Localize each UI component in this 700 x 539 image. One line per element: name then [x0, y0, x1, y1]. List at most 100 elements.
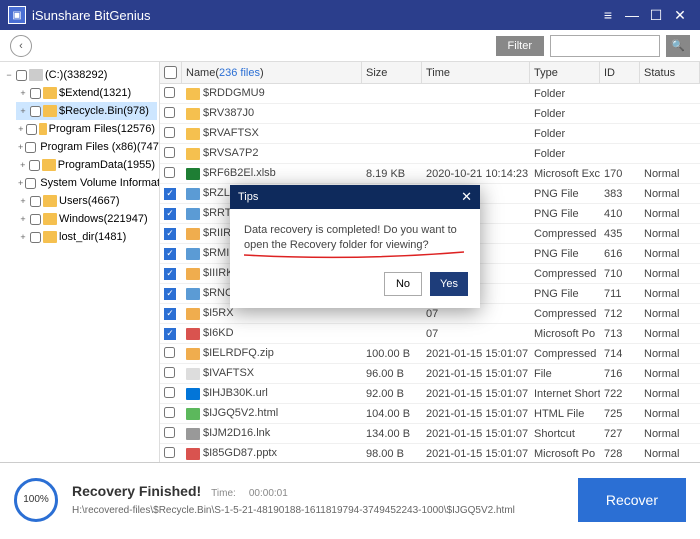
row-checkbox[interactable]	[164, 407, 175, 418]
minimize-button[interactable]: —	[620, 3, 644, 27]
folder-icon	[43, 231, 57, 243]
row-checkbox-checked[interactable]: ✓	[164, 288, 176, 300]
file-type: File	[530, 368, 600, 380]
row-checkbox[interactable]	[164, 147, 175, 158]
row-checkbox[interactable]	[164, 87, 175, 98]
tree-label: Users(4667)	[59, 195, 120, 207]
file-status: Normal	[640, 348, 700, 360]
table-row[interactable]: $IJM2D16.lnk134.00 B2021-01-15 15:01:07S…	[160, 424, 700, 444]
tree-label: $Extend(1321)	[59, 87, 131, 99]
row-checkbox-checked[interactable]: ✓	[164, 248, 176, 260]
tree-item[interactable]: +Program Files (x86)(7470)	[16, 138, 157, 156]
file-type: PNG File	[530, 208, 600, 220]
file-status: Normal	[640, 368, 700, 380]
table-row[interactable]: $IVAFTSX96.00 B2021-01-15 15:01:07File71…	[160, 364, 700, 384]
folder-icon	[43, 87, 57, 99]
table-row[interactable]: ✓$I6KD07Microsoft Po713Normal	[160, 324, 700, 344]
select-all-checkbox[interactable]	[164, 66, 177, 79]
dialog-close-button[interactable]: ✕	[461, 189, 472, 205]
recover-button[interactable]: Recover	[578, 478, 686, 522]
row-checkbox[interactable]	[164, 387, 175, 398]
row-checkbox[interactable]	[164, 367, 175, 378]
menu-icon[interactable]: ≡	[596, 3, 620, 27]
folder-icon	[39, 123, 47, 135]
row-checkbox[interactable]	[164, 167, 175, 178]
file-size: 96.00 B	[362, 368, 422, 380]
table-row[interactable]: $IJGQ5V2.html104.00 B2021-01-15 15:01:07…	[160, 404, 700, 424]
col-time[interactable]: Time	[422, 62, 530, 83]
table-row[interactable]: $RV387J0Folder	[160, 104, 700, 124]
tree-item[interactable]: +Program Files(12576)	[16, 120, 157, 138]
tree-checkbox[interactable]	[30, 196, 41, 207]
tree-item[interactable]: +Windows(221947)	[16, 210, 157, 228]
recovery-path: H:\recovered-files\$Recycle.Bin\S-1-5-21…	[72, 505, 564, 516]
file-name: $RVAFTSX	[203, 127, 259, 139]
row-checkbox-checked[interactable]: ✓	[164, 208, 176, 220]
table-row[interactable]: $RVSA7P2Folder	[160, 144, 700, 164]
tree-checkbox[interactable]	[30, 214, 41, 225]
dialog-yes-button[interactable]: Yes	[430, 272, 468, 296]
table-row[interactable]: $RDDGMU9Folder	[160, 84, 700, 104]
file-type: Compressed (	[530, 308, 600, 320]
tree-checkbox[interactable]	[29, 160, 40, 171]
table-row[interactable]: $IELRDFQ.zip100.00 B2021-01-15 15:01:07C…	[160, 344, 700, 364]
search-button[interactable]: 🔍	[666, 35, 690, 57]
table-row[interactable]: $RF6B2El.xlsb8.19 KB2020-10-21 10:14:23M…	[160, 164, 700, 184]
tree-item[interactable]: +$Extend(1321)	[16, 84, 157, 102]
row-checkbox[interactable]	[164, 127, 175, 138]
table-row[interactable]: $I85GD87.pptx98.00 B2021-01-15 15:01:07M…	[160, 444, 700, 462]
tree-item[interactable]: +System Volume Information(6)	[16, 174, 157, 192]
filter-button[interactable]: Filter	[496, 36, 544, 56]
file-icon	[186, 128, 200, 140]
file-name: $RDDGMU9	[203, 87, 265, 99]
tree-checkbox[interactable]	[25, 142, 36, 153]
file-icon	[186, 248, 200, 260]
file-id: 716	[600, 368, 640, 380]
row-checkbox-checked[interactable]: ✓	[164, 328, 176, 340]
file-name: $RVSA7P2	[203, 147, 258, 159]
col-name[interactable]: Name( 236 files )	[182, 62, 362, 83]
file-type: Shortcut	[530, 428, 600, 440]
folder-icon	[43, 195, 57, 207]
file-name: $RV387J0	[203, 107, 254, 119]
back-button[interactable]: ‹	[10, 35, 32, 57]
maximize-button[interactable]: ☐	[644, 3, 668, 27]
app-logo-icon: ▣	[8, 6, 26, 24]
tree-item-selected[interactable]: +$Recycle.Bin(978)	[16, 102, 157, 120]
file-name: $IJM2D16.lnk	[203, 427, 270, 439]
row-checkbox-checked[interactable]: ✓	[164, 268, 176, 280]
dialog-no-button[interactable]: No	[384, 272, 422, 296]
row-checkbox-checked[interactable]: ✓	[164, 228, 176, 240]
tree-root[interactable]: −(C:)(338292)	[2, 66, 157, 84]
tree-checkbox[interactable]	[25, 178, 36, 189]
file-icon	[186, 168, 200, 180]
col-id[interactable]: ID	[600, 62, 640, 83]
file-name: $IELRDFQ.zip	[203, 347, 274, 359]
tree-item[interactable]: +Users(4667)	[16, 192, 157, 210]
row-checkbox-checked[interactable]: ✓	[164, 188, 176, 200]
disk-icon	[29, 69, 43, 81]
row-checkbox[interactable]	[164, 427, 175, 438]
file-icon	[186, 188, 200, 200]
file-name: $IHJB30K.url	[203, 387, 268, 399]
tree-item[interactable]: +lost_dir(1481)	[16, 228, 157, 246]
tree-checkbox[interactable]	[26, 124, 37, 135]
col-status[interactable]: Status	[640, 62, 700, 83]
row-checkbox[interactable]	[164, 447, 175, 458]
row-checkbox-checked[interactable]: ✓	[164, 308, 176, 320]
table-row[interactable]: $RVAFTSXFolder	[160, 124, 700, 144]
tree-item[interactable]: +ProgramData(1955)	[16, 156, 157, 174]
close-button[interactable]: ✕	[668, 3, 692, 27]
table-row[interactable]: $IHJB30K.url92.00 B2021-01-15 15:01:07In…	[160, 384, 700, 404]
search-input[interactable]	[550, 35, 660, 57]
tree-checkbox[interactable]	[30, 106, 41, 117]
col-type[interactable]: Type	[530, 62, 600, 83]
col-size[interactable]: Size	[362, 62, 422, 83]
row-checkbox[interactable]	[164, 107, 175, 118]
tree-checkbox[interactable]	[30, 88, 41, 99]
row-checkbox[interactable]	[164, 347, 175, 358]
file-icon	[186, 208, 200, 220]
file-icon	[186, 448, 200, 460]
tree-checkbox[interactable]	[16, 70, 27, 81]
tree-checkbox[interactable]	[30, 232, 41, 243]
